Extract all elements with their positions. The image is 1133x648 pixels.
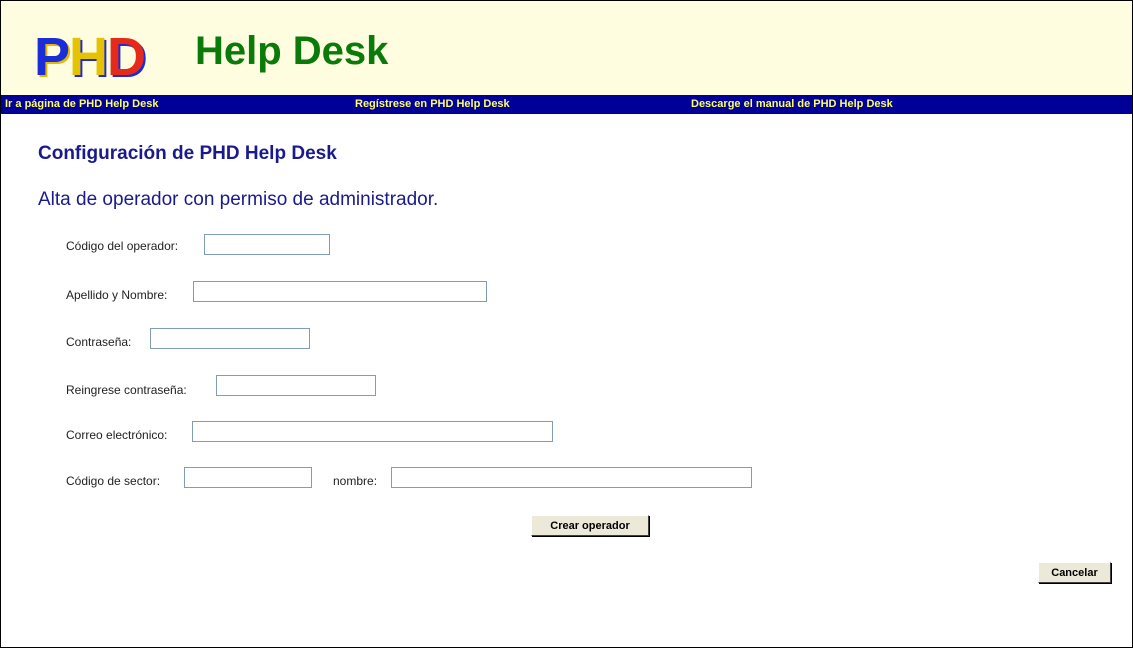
logo-letter-h: H: [69, 27, 108, 87]
logo-letter-d: D: [107, 27, 146, 87]
nav-link-manual[interactable]: Descarge el manual de PHD Help Desk: [691, 97, 893, 112]
operator-code-input[interactable]: [204, 234, 330, 255]
operator-code-label: Código del operador:: [66, 239, 179, 253]
password-confirm-input[interactable]: [216, 375, 376, 396]
password-confirm-label: Reingrese contraseña:: [66, 383, 187, 397]
sector-name-label: nombre:: [333, 474, 378, 488]
full-name-input[interactable]: [193, 281, 487, 302]
logo-letter-p: P: [34, 27, 70, 87]
app-title: Help Desk: [195, 29, 389, 73]
sector-name-input[interactable]: [391, 467, 752, 488]
password-label: Contraseña:: [66, 335, 132, 349]
phd-logo: PHD: [34, 27, 146, 87]
form-subtitle: Alta de operador con permiso de administ…: [38, 189, 439, 210]
header: PHD Help Desk: [1, 1, 1132, 95]
full-name-label: Apellido y Nombre:: [66, 288, 168, 302]
page-title: Configuración de PHD Help Desk: [38, 143, 337, 164]
nav-link-register[interactable]: Regístrese en PHD Help Desk: [355, 97, 510, 112]
email-label: Correo electrónico:: [66, 428, 168, 442]
create-operator-button[interactable]: Crear operador: [531, 515, 649, 536]
sector-code-label: Código de sector:: [66, 474, 161, 488]
nav-link-home[interactable]: Ir a página de PHD Help Desk: [5, 97, 158, 112]
page-frame: PHD Help Desk Ir a página de PHD Help De…: [0, 0, 1133, 648]
sector-code-input[interactable]: [184, 467, 312, 488]
email-input[interactable]: [192, 421, 553, 442]
cancel-button[interactable]: Cancelar: [1038, 562, 1111, 583]
navbar: Ir a página de PHD Help Desk Regístrese …: [1, 95, 1132, 114]
password-input[interactable]: [150, 328, 310, 349]
